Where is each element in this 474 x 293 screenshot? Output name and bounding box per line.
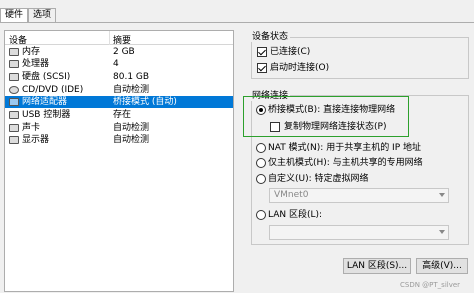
nat-label: NAT 模式(N): 用于共享主机的 IP 地址 xyxy=(268,143,422,153)
tab-hardware-label: 硬件 xyxy=(5,10,24,20)
custom-vmnet-value: VMnet0 xyxy=(274,190,309,200)
host-only-label: 仅主机模式(H): 与主机共享的专用网络 xyxy=(268,158,423,168)
device-summary: 自动检测 xyxy=(113,135,150,145)
host-only-radio[interactable] xyxy=(256,158,266,168)
device-row-memory[interactable]: 内存 2 GB xyxy=(5,46,233,58)
device-row-display[interactable]: 显示器 自动检测 xyxy=(5,134,233,146)
device-summary: 自动检测 xyxy=(113,123,150,133)
device-name: 内存 xyxy=(22,47,41,57)
connect-at-power-on-label: 启动时连接(O) xyxy=(270,63,330,73)
device-row-harddisk[interactable]: 硬盘 (SCSI) 80.1 GB xyxy=(5,71,233,83)
bridged-radio[interactable] xyxy=(256,105,266,115)
custom-label: 自定义(U): 特定虚拟网络 xyxy=(268,174,369,184)
device-summary: 存在 xyxy=(113,110,132,120)
device-name: CD/DVD (IDE) xyxy=(22,85,84,95)
device-list[interactable]: 设备 摘要 内存 2 GB 处理器 4 硬盘 (SCSI) 80.1 GB CD… xyxy=(4,30,234,292)
column-separator xyxy=(109,31,110,45)
lan-segment-select[interactable] xyxy=(269,225,449,240)
device-name: 硬盘 (SCSI) xyxy=(22,72,71,82)
custom-radio[interactable] xyxy=(256,174,266,184)
device-summary: 自动检测 xyxy=(113,85,150,95)
cpu-icon xyxy=(9,60,19,68)
network-adapter-icon xyxy=(9,98,19,106)
device-row-processor[interactable]: 处理器 4 xyxy=(5,58,233,70)
device-status-title: 设备状态 xyxy=(250,29,291,42)
nat-radio[interactable] xyxy=(256,143,266,153)
custom-vmnet-select[interactable]: VMnet0 xyxy=(269,188,449,203)
cd-dvd-icon xyxy=(9,86,19,94)
tab-divider xyxy=(0,22,474,23)
chevron-down-icon xyxy=(439,230,445,234)
device-row-network-adapter[interactable]: 网络适配器 桥接模式 (自动) xyxy=(5,96,233,108)
device-name: 声卡 xyxy=(22,123,41,133)
lan-segment-label: LAN 区段(L): xyxy=(268,210,323,220)
device-summary: 80.1 GB xyxy=(113,72,150,82)
device-name: 处理器 xyxy=(22,59,50,69)
device-row-usb[interactable]: USB 控制器 存在 xyxy=(5,109,233,121)
lan-segment-radio[interactable] xyxy=(256,210,266,220)
connected-checkbox[interactable] xyxy=(257,47,267,57)
bridged-label: 桥接模式(B): 直接连接物理网络 xyxy=(268,105,396,115)
display-icon xyxy=(9,136,19,144)
usb-icon xyxy=(9,111,19,119)
device-name: 显示器 xyxy=(22,135,50,145)
harddisk-icon xyxy=(9,73,19,81)
tab-options[interactable]: 选项 xyxy=(28,8,57,22)
column-header-device[interactable]: 设备 xyxy=(9,33,27,46)
column-header-summary[interactable]: 摘要 xyxy=(113,33,131,46)
sound-card-icon xyxy=(9,124,19,132)
advanced-button[interactable]: 高级(V)... xyxy=(416,258,468,274)
replicate-state-label: 复制物理网络连接状态(P) xyxy=(284,122,387,132)
device-name: USB 控制器 xyxy=(22,110,71,120)
tab-hardware[interactable]: 硬件 xyxy=(0,8,29,23)
connected-label: 已连接(C) xyxy=(270,47,311,57)
device-summary: 2 GB xyxy=(113,47,135,57)
chevron-down-icon xyxy=(439,193,445,197)
device-summary: 桥接模式 (自动) xyxy=(113,97,177,107)
device-row-cd-dvd[interactable]: CD/DVD (IDE) 自动检测 xyxy=(5,84,233,96)
device-name: 网络适配器 xyxy=(22,97,68,107)
memory-icon xyxy=(9,48,19,56)
watermark: CSDN @PT_silver xyxy=(400,281,461,289)
device-row-sound-card[interactable]: 声卡 自动检测 xyxy=(5,122,233,134)
replicate-state-checkbox[interactable] xyxy=(270,122,280,132)
device-list-header: 设备 摘要 xyxy=(5,31,233,46)
device-summary: 4 xyxy=(113,59,119,69)
connect-at-power-on-checkbox[interactable] xyxy=(257,63,267,73)
lan-segments-button[interactable]: LAN 区段(S)... xyxy=(343,258,411,274)
tab-options-label: 选项 xyxy=(33,10,52,20)
